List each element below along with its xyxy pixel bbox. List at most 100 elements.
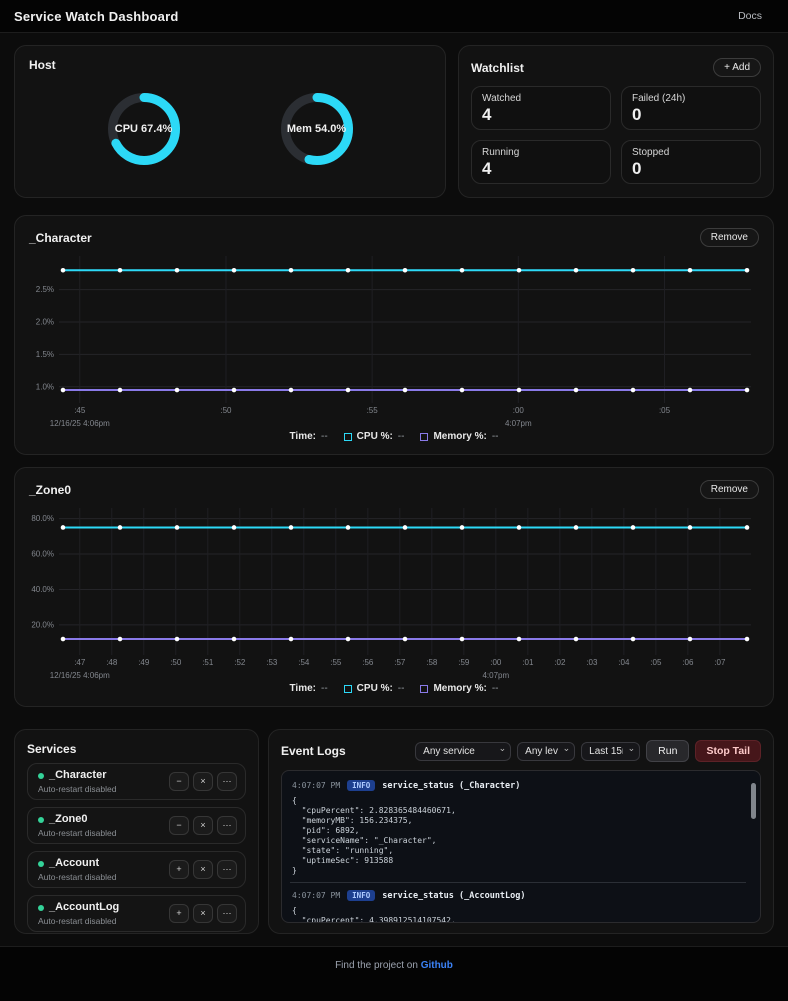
stat-value: 0 — [632, 105, 642, 124]
more-options-button[interactable]: ⋯ — [217, 772, 237, 791]
svg-text:4:07pm: 4:07pm — [482, 671, 509, 680]
remove-service-button[interactable]: × — [193, 816, 213, 835]
service-row-character: _Character Auto-restart disabled − × ⋯ — [27, 763, 246, 800]
service-filter[interactable]: Any service ⌄ — [415, 741, 512, 761]
svg-text::03: :03 — [586, 658, 598, 667]
run-button[interactable]: Run — [646, 740, 690, 762]
watchlist-card: Watchlist + Add Watched 4 Failed (24h) 0… — [458, 45, 774, 198]
remove-service-button[interactable]: × — [193, 860, 213, 879]
app-title: Service Watch Dashboard — [14, 8, 179, 24]
svg-text::47: :47 — [74, 658, 86, 667]
svg-text::57: :57 — [394, 658, 406, 667]
cpu-gauge-label: CPU 67.4% — [114, 122, 173, 135]
svg-text:20.0%: 20.0% — [31, 620, 54, 629]
stop-service-button[interactable]: − — [169, 816, 189, 835]
more-options-button[interactable]: ⋯ — [217, 904, 237, 923]
svg-text::52: :52 — [234, 658, 246, 667]
mem-gauge: Mem 54.0% — [280, 92, 353, 165]
svg-text::01: :01 — [522, 658, 534, 667]
host-gauges: CPU 67.4% Mem 54.0% — [29, 72, 431, 185]
docs-link[interactable]: Docs — [738, 10, 762, 22]
svg-text::45: :45 — [74, 406, 86, 415]
start-service-button[interactable]: + — [169, 860, 189, 879]
remove-service-button[interactable]: × — [193, 772, 213, 791]
log-json-body: { "cpuPercent": 4.398912514107542, "memo… — [292, 906, 456, 923]
log-message: service_status (_Character) — [382, 780, 521, 791]
svg-text::55: :55 — [330, 658, 342, 667]
status-dot-icon — [38, 816, 44, 823]
memory-legend-swatch-icon — [420, 684, 429, 693]
stat-label: Running — [482, 147, 520, 158]
top-row: Host CPU 67.4% Mem 54.0% Watchlist + Add — [14, 45, 774, 198]
svg-text::51: :51 — [202, 658, 214, 667]
chart-title: _Zone0 — [29, 482, 72, 497]
start-service-button[interactable]: + — [169, 904, 189, 923]
stop-tail-button[interactable]: Stop Tail — [695, 740, 761, 762]
svg-text::54: :54 — [298, 658, 310, 667]
service-filter-select[interactable]: Any service — [415, 741, 512, 761]
stat-stopped: Stopped 0 — [621, 140, 761, 184]
event-logs-header: Event Logs Any service ⌄ Any level ⌄ Las… — [281, 740, 761, 762]
stop-service-button[interactable]: − — [169, 772, 189, 791]
svg-text::02: :02 — [554, 658, 566, 667]
scrollbar-thumb[interactable] — [751, 783, 756, 819]
cpu-gauge: CPU 67.4% — [107, 92, 180, 165]
time-range-filter[interactable]: Last 15m ⌄ — [581, 741, 641, 761]
cpu-legend-swatch-icon — [343, 684, 352, 693]
time-range-select[interactable]: Last 15m — [581, 741, 641, 761]
top-bar: Service Watch Dashboard Docs — [0, 0, 788, 33]
svg-text::50: :50 — [220, 406, 232, 415]
legend-memory[interactable]: Memory %: -- — [420, 683, 499, 694]
service-subtext: Auto-restart disabled — [38, 827, 117, 838]
character-chart-card: _Character Remove 2.5% 2.0% 1.5% 1.0%:45:50… — [14, 215, 774, 455]
chart-legend: Time: -- CPU %: -- Memory %: -- — [29, 683, 759, 694]
svg-text::05: :05 — [650, 658, 662, 667]
service-row-accountlog: _AccountLog Auto-restart disabled + × ⋯ — [27, 895, 246, 932]
level-filter[interactable]: Any level ⌄ — [517, 741, 576, 761]
more-options-button[interactable]: ⋯ — [217, 860, 237, 879]
more-options-button[interactable]: ⋯ — [217, 816, 237, 835]
stat-watched: Watched 4 — [471, 86, 611, 130]
log-level-badge: INFO — [347, 780, 376, 791]
zone0-chart-card: _Zone0 Remove 80.0% 60.0% 40.0% 20.0%:47:48… — [14, 467, 774, 707]
svg-text:80.0%: 80.0% — [31, 514, 54, 523]
watchlist-title: Watchlist — [471, 60, 524, 75]
services-card: Services _Character Auto-restart disable… — [14, 729, 259, 934]
svg-text:12/16/25 4:06pm: 12/16/25 4:06pm — [50, 419, 110, 428]
service-subtext: Auto-restart disabled — [38, 915, 117, 926]
services-title: Services — [27, 742, 77, 756]
chart-legend: Time: -- CPU %: -- Memory %: -- — [29, 431, 759, 442]
legend-memory[interactable]: Memory %: -- — [420, 431, 499, 442]
svg-text::56: :56 — [362, 658, 374, 667]
svg-text:1.0%: 1.0% — [36, 382, 54, 391]
status-dot-icon — [38, 772, 44, 779]
legend-cpu[interactable]: CPU %: -- — [343, 431, 404, 442]
stat-value: 0 — [632, 159, 642, 178]
svg-text::07: :07 — [714, 658, 726, 667]
svg-text:12/16/25 4:06pm: 12/16/25 4:06pm — [50, 671, 110, 680]
svg-text::48: :48 — [106, 658, 118, 667]
remove-service-button[interactable]: × — [193, 904, 213, 923]
remove-chart-button[interactable]: Remove — [699, 480, 759, 499]
service-name: _AccountLog — [49, 900, 120, 913]
svg-text::05: :05 — [659, 406, 671, 415]
add-watch-button[interactable]: + Add — [713, 58, 761, 77]
level-filter-select[interactable]: Any level — [517, 741, 576, 761]
service-name: _Character — [49, 768, 107, 781]
github-link[interactable]: Github — [421, 960, 453, 971]
service-name: _Account — [49, 856, 100, 869]
cpu-legend-swatch-icon — [343, 432, 352, 441]
svg-text::49: :49 — [138, 658, 150, 667]
svg-text::59: :59 — [458, 658, 470, 667]
svg-text::55: :55 — [367, 406, 379, 415]
remove-chart-button[interactable]: Remove — [699, 228, 759, 247]
svg-text:60.0%: 60.0% — [31, 550, 54, 559]
stat-failed: Failed (24h) 0 — [621, 86, 761, 130]
bottom-row: Services _Character Auto-restart disable… — [14, 729, 774, 934]
log-output[interactable]: 4:07:07 PM INFO service_status (_Charact… — [281, 770, 761, 923]
service-row-account: _Account Auto-restart disabled + × ⋯ — [27, 851, 246, 888]
svg-text:2.5%: 2.5% — [36, 285, 54, 294]
legend-cpu[interactable]: CPU %: -- — [343, 683, 404, 694]
line-chart: 2.5% 2.0% 1.5% 1.0%:45:50:55:00:05 12/16/25 … — [36, 256, 751, 428]
legend-time: Time: -- — [289, 431, 328, 442]
